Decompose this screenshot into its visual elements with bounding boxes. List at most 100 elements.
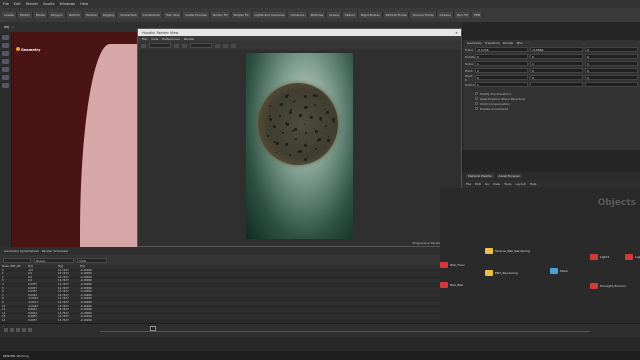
network-menu-item[interactable]: View xyxy=(493,182,500,186)
spreadsheet-tab[interactable]: Render Scheduler xyxy=(42,249,69,253)
network-node[interactable]: RS2_Floor xyxy=(440,262,465,268)
menu-item-assets[interactable]: Assets xyxy=(43,2,54,6)
render-button[interactable] xyxy=(141,43,146,48)
node-body[interactable] xyxy=(440,282,448,288)
snap-tool-icon[interactable] xyxy=(2,83,9,88)
shelf-tab[interactable]: Modify xyxy=(17,12,33,18)
view-dropdown[interactable]: View xyxy=(77,257,107,263)
path-network[interactable]: obj xyxy=(4,25,9,29)
shelf-tab[interactable]: Viscous Fluids xyxy=(410,12,437,18)
network-node[interactable]: ENT_Rendering xyxy=(485,270,518,276)
network-tab[interactable]: Asset Browser xyxy=(496,174,522,178)
shelf-tab[interactable]: Hair Utils xyxy=(163,12,183,18)
current-frame-marker[interactable]: 1 xyxy=(150,326,156,331)
param-field[interactable]: 0 xyxy=(585,75,638,80)
shelf-tab[interactable]: Create xyxy=(2,12,17,18)
param-field[interactable]: 0 xyxy=(585,47,638,52)
prev-frame-icon[interactable] xyxy=(10,328,14,332)
param-field[interactable]: 0 xyxy=(475,68,528,73)
network-node[interactable]: Mixer xyxy=(550,268,568,274)
network-node[interactable]: Light1 xyxy=(590,254,609,260)
param-field[interactable]: -0.1743 xyxy=(475,47,528,52)
network-editor[interactable]: Objects Texture_Ball_Rendering ENT_Render… xyxy=(440,188,640,338)
param-field[interactable]: 1 xyxy=(475,61,528,66)
node-body[interactable] xyxy=(590,254,598,260)
checkbox[interactable] xyxy=(475,107,478,110)
param-tab[interactable]: Geometry xyxy=(467,41,482,45)
shelf-tab[interactable]: Collisions xyxy=(288,12,308,18)
node-body[interactable] xyxy=(440,262,448,268)
checkbox[interactable] xyxy=(475,92,478,95)
zoom-icon[interactable] xyxy=(223,43,228,48)
rotate-tool-icon[interactable] xyxy=(2,51,9,56)
node-body[interactable] xyxy=(550,268,558,274)
snapshot-icon[interactable] xyxy=(174,43,179,48)
next-frame-icon[interactable] xyxy=(22,328,26,332)
shelf-tab[interactable]: Deform xyxy=(66,12,83,18)
shelf-tab[interactable]: Particle Fluids xyxy=(383,12,410,18)
timeline[interactable]: 1 xyxy=(0,323,640,337)
shelf-tab[interactable]: Pyro FX xyxy=(454,12,472,18)
network-node[interactable]: Texture_Ball_Rendering xyxy=(485,248,530,254)
shelf-tab[interactable]: Guide Process xyxy=(183,12,210,18)
menu-item-file[interactable]: File xyxy=(3,2,9,6)
shelf-tab[interactable]: Rigging xyxy=(100,12,118,18)
last-frame-icon[interactable] xyxy=(28,328,32,332)
shelf-tab[interactable]: Characters xyxy=(118,12,140,18)
render-menu-item[interactable]: File xyxy=(142,37,147,41)
shelf-tab[interactable]: Terrain FX xyxy=(210,12,231,18)
param-field[interactable]: 0 xyxy=(475,75,528,80)
node-body[interactable] xyxy=(590,283,598,289)
checkbox[interactable] xyxy=(475,102,478,105)
shelf-tab[interactable]: Constraints xyxy=(140,12,163,18)
menu-item-render[interactable]: Render xyxy=(26,2,38,6)
network-tab[interactable]: Material Palette xyxy=(466,174,494,178)
node-body[interactable] xyxy=(485,270,493,276)
network-menu-item[interactable]: Help xyxy=(530,182,537,186)
param-field[interactable]: 0 xyxy=(585,54,638,59)
network-menu-item[interactable]: Tools xyxy=(504,182,511,186)
param-field[interactable]: 1 xyxy=(475,82,528,87)
param-field[interactable]: 1 xyxy=(530,61,583,66)
shelf-tab[interactable]: Particles xyxy=(308,12,327,18)
shelf-tab[interactable]: Model xyxy=(33,12,48,18)
checkbox[interactable] xyxy=(475,97,478,100)
move-tool-icon[interactable] xyxy=(2,43,9,48)
param-field[interactable] xyxy=(530,82,583,87)
network-node[interactable]: Light2 xyxy=(625,254,640,260)
network-node[interactable]: RS2_Ball xyxy=(440,282,463,288)
shelf-tab[interactable]: Grains xyxy=(327,12,342,18)
shelf-tab[interactable]: Oceans xyxy=(437,12,454,18)
shelf-tab[interactable]: Rigid Bodies xyxy=(359,12,383,18)
scale-tool-icon[interactable] xyxy=(2,59,9,64)
menu-item-help[interactable]: Help xyxy=(80,2,88,6)
node-body[interactable] xyxy=(625,254,633,260)
region-icon[interactable] xyxy=(215,43,220,48)
network-menu-item[interactable]: File xyxy=(466,182,471,186)
shelf-tab[interactable]: Lights and Cameras xyxy=(252,12,288,18)
param-field[interactable]: 0 xyxy=(475,54,528,59)
camera-dropdown[interactable] xyxy=(149,43,171,48)
param-tab[interactable]: Render xyxy=(503,41,514,45)
param-field[interactable]: -0.9864 xyxy=(530,47,583,52)
param-tab[interactable]: Misc xyxy=(517,41,524,45)
render-menu-item[interactable]: Preferences xyxy=(162,37,180,41)
shelf-tab[interactable]: Simple FX xyxy=(231,12,252,18)
spreadsheet-tab[interactable]: Geometry Spreadsheet xyxy=(4,249,39,253)
network-node[interactable]: EnvLight_Environ xyxy=(590,283,626,289)
close-icon[interactable]: ✕ xyxy=(455,31,458,35)
shelf-tab[interactable]: FEM xyxy=(472,12,484,18)
stop-icon[interactable] xyxy=(182,43,187,48)
param-field[interactable]: 0 xyxy=(530,75,583,80)
menu-item-edit[interactable]: Edit xyxy=(14,2,21,6)
param-checkbox-row[interactable]: Enable Constraints xyxy=(463,106,640,111)
shelf-tab[interactable]: Vellum xyxy=(342,12,359,18)
network-menu-item[interactable]: Layout xyxy=(516,182,526,186)
play-icon[interactable] xyxy=(16,328,20,332)
param-field[interactable]: 1 xyxy=(585,61,638,66)
render-menu-item[interactable]: View xyxy=(151,37,158,41)
network-menu-item[interactable]: Go xyxy=(485,182,489,186)
shelf-tab[interactable]: Texture xyxy=(83,12,100,18)
handle-tool-icon[interactable] xyxy=(2,67,9,72)
param-field[interactable]: 0 xyxy=(530,54,583,59)
